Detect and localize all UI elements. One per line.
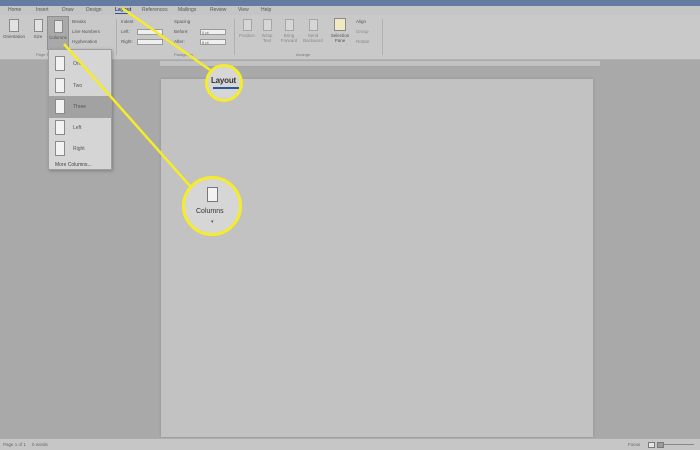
columns-button-magnifier: Columns ▾ (182, 176, 242, 236)
focus-button[interactable]: Focus (628, 442, 640, 447)
callout-lines (63, 6, 211, 187)
status-bar: Page 1 of 1 0 words Focus (0, 438, 700, 450)
page-count[interactable]: Page 1 of 1 (3, 442, 26, 447)
word-count[interactable]: 0 words (32, 442, 48, 447)
layout-callout-line (121, 6, 211, 72)
chevron-down-icon: ▾ (211, 219, 214, 225)
zoom-slider[interactable] (664, 444, 694, 445)
print-layout-icon[interactable] (657, 442, 664, 448)
columns-icon (207, 187, 218, 202)
columns-callout-line (63, 43, 191, 187)
active-tab-underline (213, 87, 239, 89)
layout-tab-magnifier: Layout (205, 64, 243, 102)
read-mode-icon[interactable] (648, 442, 655, 448)
